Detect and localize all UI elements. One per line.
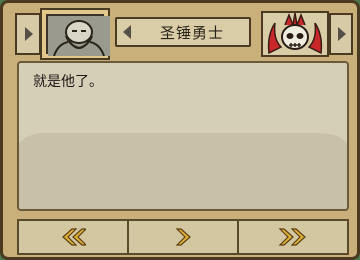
left-portrait [40, 8, 110, 60]
dialogue-box-shading [19, 133, 347, 209]
right-portrait [261, 11, 329, 57]
dialogue-box: 就是他了。 [17, 61, 349, 211]
double-chevron-right-icon [278, 228, 306, 246]
chevron-right-icon [175, 228, 191, 246]
dialogue-text: 就是他了。 [33, 74, 103, 90]
dialogue-controls [17, 219, 349, 255]
speaker-name: 圣锤勇士 [159, 23, 224, 42]
speaker-name-bar: 圣锤勇士 [115, 17, 251, 47]
skip-button[interactable] [239, 221, 347, 253]
caret-right-icon [25, 27, 33, 41]
horned-skull-portrait-icon [263, 13, 327, 55]
caret-left-icon [123, 25, 131, 39]
back-button[interactable] [19, 221, 129, 253]
next-speaker-button[interactable] [329, 13, 353, 55]
double-chevron-left-icon [62, 228, 86, 246]
bearded-warrior-portrait-icon [46, 14, 110, 57]
caret-right-icon [338, 27, 346, 41]
previous-speaker-button[interactable] [15, 13, 41, 55]
next-button[interactable] [129, 221, 239, 253]
dialog-window: 圣锤勇士 就是他了。 [0, 0, 360, 260]
